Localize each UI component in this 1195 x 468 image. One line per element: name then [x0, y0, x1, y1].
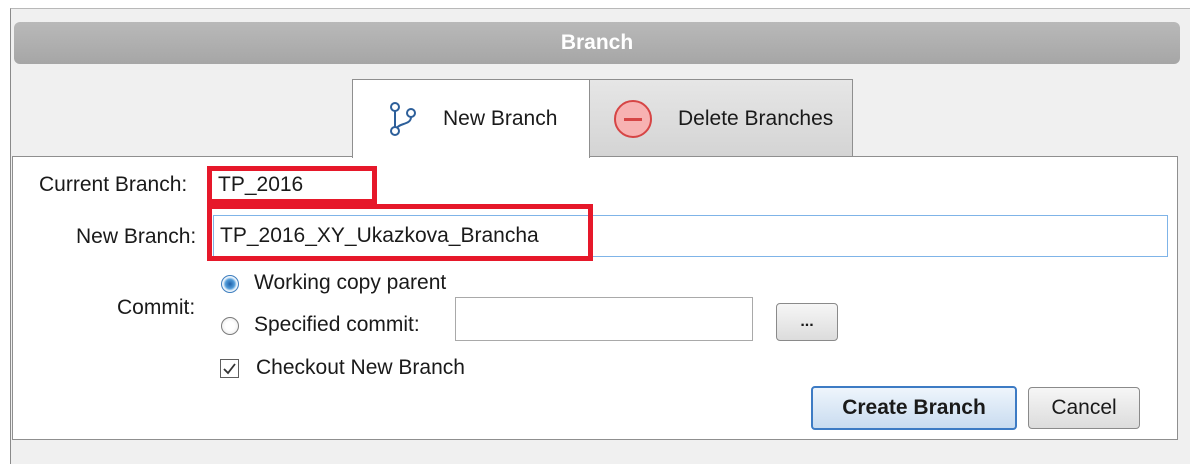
working-copy-radio[interactable] — [221, 275, 239, 293]
cancel-button[interactable]: Cancel — [1028, 387, 1140, 429]
current-branch-value: TP_2016 — [218, 173, 304, 196]
new-branch-label: New Branch: — [76, 225, 197, 248]
create-branch-button[interactable]: Create Branch — [811, 386, 1017, 430]
checkout-checkbox[interactable] — [220, 359, 239, 378]
new-branch-input[interactable] — [213, 215, 1168, 257]
checkmark-icon — [223, 363, 236, 375]
tab-delete-branches[interactable]: Delete Branches — [589, 79, 853, 157]
current-branch-label: Current Branch: — [39, 173, 188, 196]
tab-new-branch-label: New Branch — [443, 107, 558, 130]
branch-icon — [387, 99, 419, 139]
specified-commit-label: Specified commit: — [254, 313, 420, 336]
dialog-title-bar[interactable]: Branch — [14, 22, 1180, 64]
working-copy-label: Working copy parent — [254, 271, 447, 294]
commit-label: Commit: — [117, 296, 196, 319]
dialog-title: Branch — [560, 31, 634, 54]
specified-commit-input[interactable] — [455, 297, 753, 341]
tab-new-branch[interactable]: New Branch — [352, 79, 590, 158]
tab-delete-branches-label: Delete Branches — [678, 106, 834, 130]
checkout-label: Checkout New Branch — [256, 356, 465, 379]
minus-circle-icon — [612, 98, 654, 140]
specified-commit-radio[interactable] — [221, 317, 239, 335]
browse-commit-button[interactable]: ... — [776, 303, 838, 341]
